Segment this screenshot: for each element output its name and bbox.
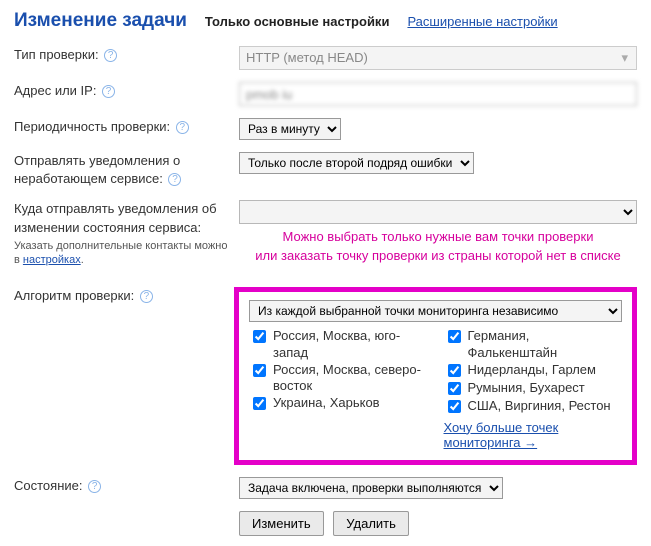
help-icon[interactable]: ? xyxy=(140,290,153,303)
help-icon[interactable]: ? xyxy=(104,49,117,62)
algorithm-box: Из каждой выбранной точки мониторинга не… xyxy=(234,287,637,465)
location-label: США, Виргиния, Рестон xyxy=(468,398,611,415)
delete-button[interactable]: Удалить xyxy=(333,511,409,536)
annotation-text: Можно выбрать только нужные вам точки пр… xyxy=(239,228,637,264)
checkbox-input[interactable] xyxy=(448,364,461,377)
checkbox-input[interactable] xyxy=(448,330,461,343)
period-select[interactable]: Раз в минуту xyxy=(239,118,341,140)
state-select[interactable]: Задача включена, проверки выполняются xyxy=(239,477,503,499)
help-icon[interactable]: ? xyxy=(168,173,181,186)
label-notify-where: Куда отправлять уведомления об изменении… xyxy=(14,201,217,234)
location-label: Румыния, Бухарест xyxy=(468,380,585,397)
tab-advanced[interactable]: Расширенные настройки xyxy=(407,14,557,29)
location-label: Нидерланды, Гарлем xyxy=(468,362,596,379)
location-checkbox[interactable]: Россия, Москва, северо-восток xyxy=(249,362,428,396)
location-label: Россия, Москва, юго-запад xyxy=(273,328,428,362)
checkbox-input[interactable] xyxy=(253,397,266,410)
notify-where-select[interactable] xyxy=(239,200,637,224)
label-state: Состояние: xyxy=(14,478,82,493)
help-icon[interactable]: ? xyxy=(88,480,101,493)
help-icon[interactable]: ? xyxy=(102,85,115,98)
checkbox-input[interactable] xyxy=(448,400,461,413)
location-checkbox[interactable]: Украина, Харьков xyxy=(249,395,428,413)
more-locations-link[interactable]: Хочу больше точек мониторинга → xyxy=(444,420,623,450)
checkbox-input[interactable] xyxy=(448,382,461,395)
page-title: Изменение задачи xyxy=(14,10,187,32)
location-checkbox[interactable]: Румыния, Бухарест xyxy=(444,380,623,398)
check-type-select[interactable]: HTTP (метод HEAD) xyxy=(239,46,637,70)
location-checkbox[interactable]: США, Виргиния, Рестон xyxy=(444,398,623,416)
location-label: Россия, Москва, северо-восток xyxy=(273,362,428,396)
label-address: Адрес или IP: xyxy=(14,83,96,98)
algo-mode-select[interactable]: Из каждой выбранной точки мониторинга не… xyxy=(249,300,622,322)
settings-link[interactable]: настройках xyxy=(23,254,81,266)
label-algorithm: Алгоритм проверки: xyxy=(14,288,134,303)
location-label: Украина, Харьков xyxy=(273,395,380,412)
submit-button[interactable]: Изменить xyxy=(239,511,324,536)
location-label: Германия, Фалькенштайн xyxy=(468,328,623,362)
notify-hint-suffix: . xyxy=(81,254,84,266)
checkbox-input[interactable] xyxy=(253,364,266,377)
location-checkbox[interactable]: Германия, Фалькенштайн xyxy=(444,328,623,362)
label-check-type: Тип проверки: xyxy=(14,47,99,62)
address-input[interactable] xyxy=(239,82,637,106)
location-checkbox[interactable]: Нидерланды, Гарлем xyxy=(444,362,623,380)
tab-basic[interactable]: Только основные настройки xyxy=(205,14,390,29)
help-icon[interactable]: ? xyxy=(176,121,189,134)
location-checkbox[interactable]: Россия, Москва, юго-запад xyxy=(249,328,428,362)
notify-down-select[interactable]: Только после второй подряд ошибки xyxy=(239,152,474,174)
label-period: Периодичность проверки: xyxy=(14,119,170,134)
label-notify-down: Отправлять уведомления о неработающем се… xyxy=(14,153,180,186)
check-type-value: HTTP (метод HEAD) xyxy=(246,50,368,65)
checkbox-input[interactable] xyxy=(253,330,266,343)
